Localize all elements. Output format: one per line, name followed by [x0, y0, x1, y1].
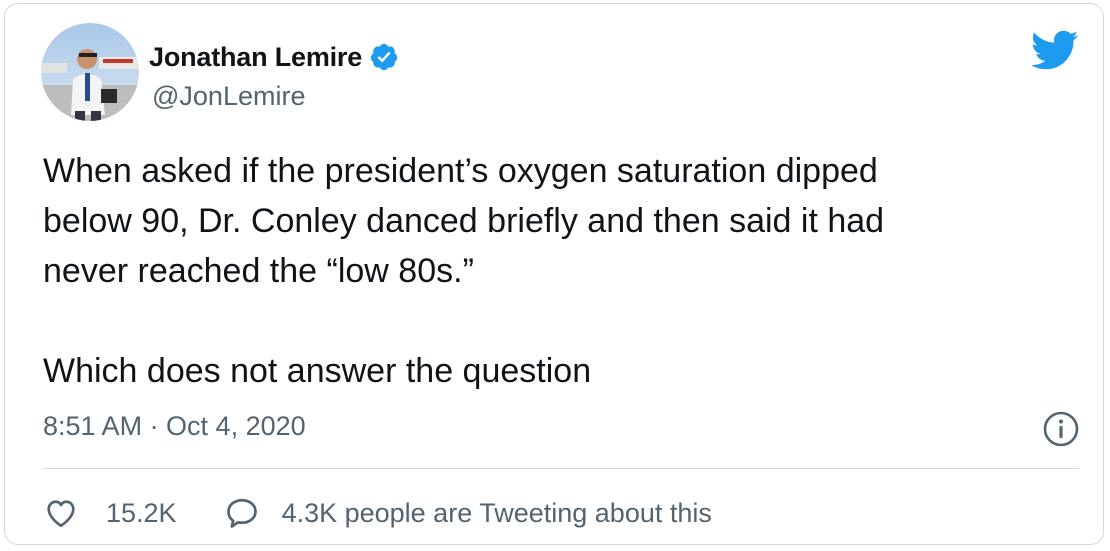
author-row[interactable]: Jonathan Lemire [149, 37, 399, 77]
avatar[interactable] [41, 23, 139, 121]
conversation-button[interactable]: 4.3K people are Tweeting about this [224, 495, 712, 531]
author-handle[interactable]: @JonLemire [152, 81, 305, 112]
conversation-label: 4.3K people are Tweeting about this [281, 497, 712, 528]
tweet-timestamp[interactable]: 8:51 AM · Oct 4, 2020 [43, 411, 306, 442]
like-button[interactable]: 15.2K [43, 495, 177, 531]
info-icon[interactable] [1042, 410, 1080, 448]
heart-icon [47, 500, 75, 528]
tweet-card[interactable]: Jonathan Lemire @JonLemire When asked if… [4, 3, 1104, 545]
tweet-text: When asked if the president’s oxygen sat… [43, 152, 885, 390]
twitter-bird-icon[interactable] [1029, 29, 1079, 71]
like-count: 15.2K [106, 497, 177, 528]
action-bar: 15.2K 4.3K people are Tweeting about thi… [43, 492, 712, 534]
author-name[interactable]: Jonathan Lemire [149, 42, 362, 73]
speech-bubble-icon [226, 498, 257, 528]
verified-badge-icon [369, 42, 399, 72]
divider [43, 468, 1079, 469]
